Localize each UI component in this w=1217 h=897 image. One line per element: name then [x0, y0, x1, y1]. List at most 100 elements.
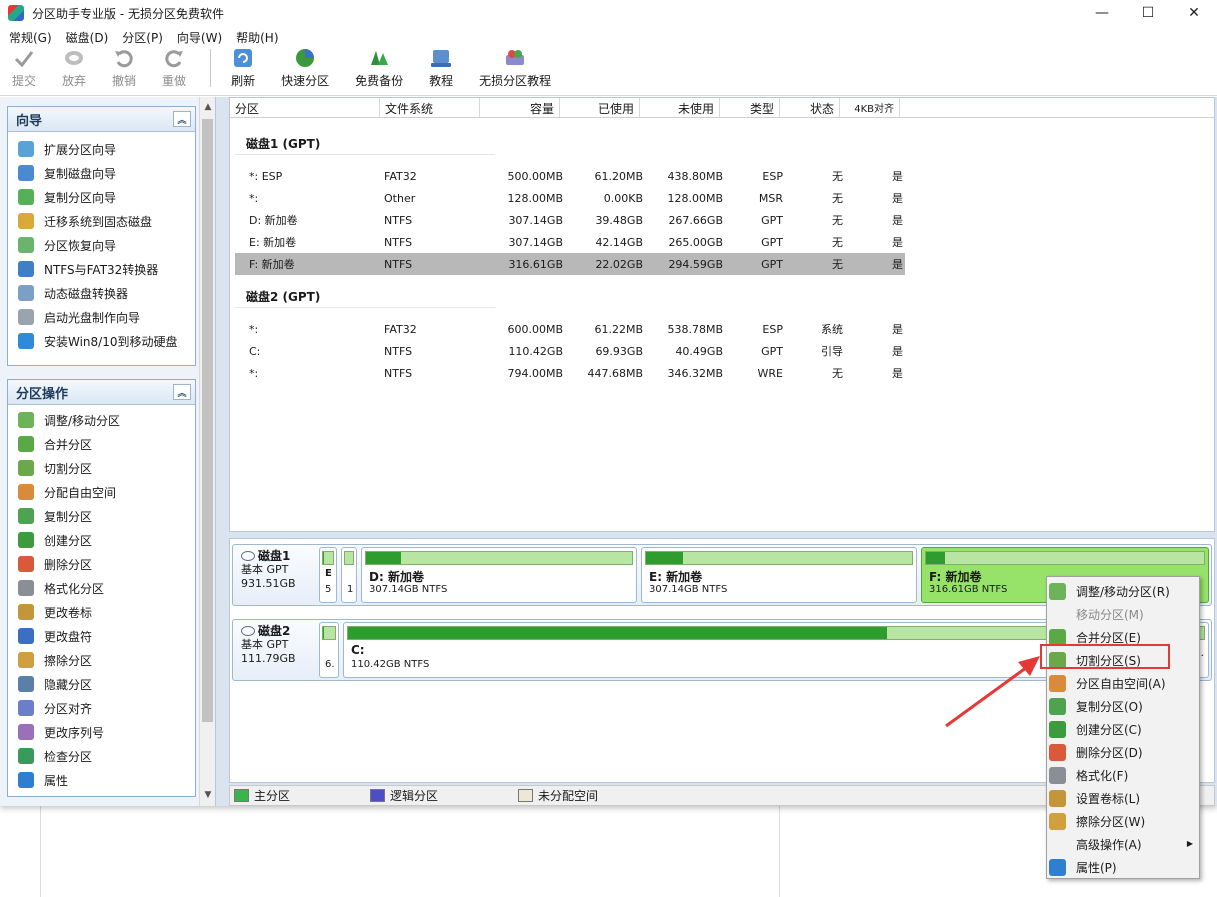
table-row[interactable]: F: 新加卷 NTFS 316.61GB 22.02GB 294.59GB GPT 无 是 — [235, 253, 905, 275]
menu-disk[interactable]: 磁盘(D) — [61, 29, 114, 46]
table-row[interactable]: E: 新加卷 NTFS 307.14GB 42.14GB 265.00GB GPT 无 是 — [235, 231, 905, 253]
ctx-create[interactable]: 创建分区(C) — [1047, 718, 1199, 741]
partition-block-e[interactable]: E: 新加卷 307.14GB NTFS — [641, 547, 917, 603]
ctx-advanced[interactable]: 高级操作(A) ▶ — [1047, 833, 1199, 856]
ctx-allocate-space[interactable]: 分区自由空间(A) — [1047, 672, 1199, 695]
sidebar-item-resize-move[interactable]: 调整/移动分区 — [8, 408, 195, 432]
discard-button[interactable]: 放弃 — [56, 47, 92, 89]
table-row[interactable]: *: Other 128.00MB 0.00KB 128.00MB MSR 无 是 — [235, 187, 905, 209]
quick-partition-button[interactable]: 快速分区 — [275, 47, 335, 89]
free-backup-button[interactable]: 免费备份 — [349, 47, 409, 89]
free-backup-label: 免费备份 — [355, 74, 404, 88]
sidebar-item-label: 复制分区 — [44, 509, 93, 524]
sidebar-item-label: 动态磁盘转换器 — [44, 286, 129, 301]
ctx-properties[interactable]: 属性(P) — [1047, 856, 1199, 879]
disk-group-header: 磁盘2 (GPT) — [230, 285, 1214, 307]
ctx-label: 创建分区(C) — [1076, 723, 1142, 737]
legend-unallocated: 未分配空间 — [518, 787, 598, 804]
lossless-tutorial-button[interactable]: 无损分区教程 — [473, 47, 557, 89]
sidebar-item-copy-partition-wizard[interactable]: 复制分区向导 — [8, 185, 195, 209]
cell-align: 是 — [892, 192, 903, 205]
ctx-wipe[interactable]: 擦除分区(W) — [1047, 810, 1199, 833]
sidebar-item-copy-partition[interactable]: 复制分区 — [8, 504, 195, 528]
table-row[interactable]: C: NTFS 110.42GB 69.93GB 40.49GB GPT 引导 是 — [235, 340, 905, 362]
col-partition[interactable]: 分区 — [230, 98, 380, 117]
sidebar-item-properties[interactable]: 属性 — [8, 768, 195, 792]
table-row[interactable]: *: FAT32 600.00MB 61.22MB 538.78MB ESP 系统 是 — [235, 318, 905, 340]
col-free[interactable]: 未使用 — [640, 98, 720, 117]
sidebar-item-migrate-ssd[interactable]: 迁移系统到固态磁盘 — [8, 209, 195, 233]
sidebar-item-win-to-go[interactable]: 安装Win8/10到移动硬盘 — [8, 329, 195, 353]
partition-block-d[interactable]: D: 新加卷 307.14GB NTFS — [361, 547, 637, 603]
sidebar-item-dynamic-disk[interactable]: 动态磁盘转换器 — [8, 281, 195, 305]
sidebar-item-check[interactable]: 检查分区 — [8, 744, 195, 768]
partition-block-esp2[interactable]: 6. — [319, 622, 339, 678]
resize-icon — [1049, 583, 1066, 600]
undo-button[interactable]: 撤销 — [106, 47, 142, 89]
redo-button[interactable]: 重做 — [156, 47, 192, 89]
submit-button[interactable]: 提交 — [6, 47, 42, 89]
minimize-button[interactable]: — — [1079, 0, 1125, 26]
tutorial-label: 教程 — [429, 74, 454, 88]
sidebar-item-split[interactable]: 切割分区 — [8, 456, 195, 480]
ctx-resize-move[interactable]: 调整/移动分区(R) — [1047, 580, 1199, 603]
col-state[interactable]: 状态 — [780, 98, 840, 117]
table-row[interactable]: D: 新加卷 NTFS 307.14GB 39.48GB 267.66GB GPT 无 是 — [235, 209, 905, 231]
scroll-thumb[interactable] — [202, 119, 213, 722]
cell-free: 265.00GB — [668, 235, 723, 249]
collapse-icon[interactable]: ︽ — [173, 111, 191, 127]
sidebar-item-change-label[interactable]: 更改卷标 — [8, 600, 195, 624]
col-4k-align[interactable]: 4KB对齐 — [840, 98, 900, 117]
background-area — [0, 806, 1217, 897]
partition-block-esp[interactable]: E 5 — [319, 547, 337, 603]
cell-align: 是 — [892, 345, 903, 358]
sidebar-item-create[interactable]: 创建分区 — [8, 528, 195, 552]
sidebar-item-wipe[interactable]: 擦除分区 — [8, 648, 195, 672]
cell-state: 无 — [832, 236, 843, 249]
sidebar-item-delete[interactable]: 删除分区 — [8, 552, 195, 576]
col-type[interactable]: 类型 — [720, 98, 780, 117]
tutorial-button[interactable]: 教程 — [423, 47, 459, 89]
cell-cap: 794.00MB — [507, 366, 563, 380]
sidebar-item-hide[interactable]: 隐藏分区 — [8, 672, 195, 696]
menu-general[interactable]: 常规(G) — [4, 29, 57, 46]
menu-wizard[interactable]: 向导(W) — [172, 29, 227, 46]
sidebar-item-partition-recovery[interactable]: 分区恢复向导 — [8, 233, 195, 257]
menu-help[interactable]: 帮助(H) — [231, 29, 283, 46]
sidebar-item-ntfs-fat32[interactable]: NTFS与FAT32转换器 — [8, 257, 195, 281]
sidebar-item-copy-disk-wizard[interactable]: 复制磁盘向导 — [8, 161, 195, 185]
refresh-button[interactable]: 刷新 — [225, 47, 261, 89]
sidebar-item-serial[interactable]: 更改序列号 — [8, 720, 195, 744]
sidebar-item-align[interactable]: 分区对齐 — [8, 696, 195, 720]
scroll-up-icon[interactable]: ▲ — [200, 99, 216, 115]
ctx-move[interactable]: 移动分区(M) — [1047, 603, 1199, 626]
ctx-set-label[interactable]: 设置卷标(L) — [1047, 787, 1199, 810]
sidebar-item-merge[interactable]: 合并分区 — [8, 432, 195, 456]
sidebar-item-change-letter[interactable]: 更改盘符 — [8, 624, 195, 648]
maximize-button[interactable]: ☐ — [1125, 0, 1171, 26]
cell-cap: 110.42GB — [508, 344, 563, 358]
check-icon — [18, 748, 34, 764]
ctx-format[interactable]: 格式化(F) — [1047, 764, 1199, 787]
ctx-delete[interactable]: 删除分区(D) — [1047, 741, 1199, 764]
table-row[interactable]: *: NTFS 794.00MB 447.68MB 346.32MB WRE 无 是 — [235, 362, 905, 384]
scroll-down-icon[interactable]: ▼ — [200, 787, 216, 803]
partition-block-msr[interactable]: 1 — [341, 547, 357, 603]
col-capacity[interactable]: 容量 — [480, 98, 560, 117]
sidebar-item-allocate-space[interactable]: 分配自由空间 — [8, 480, 195, 504]
sidebar-item-format[interactable]: 格式化分区 — [8, 576, 195, 600]
table-row[interactable]: *: ESP FAT32 500.00MB 61.20MB 438.80MB ESP 无 是 — [235, 165, 905, 187]
close-button[interactable]: ✕ — [1171, 0, 1217, 26]
sidebar-item-label: 擦除分区 — [44, 653, 93, 668]
collapse-icon[interactable]: ︽ — [173, 384, 191, 400]
sidebar-item-extend-wizard[interactable]: 扩展分区向导 — [8, 137, 195, 161]
partition-ops-title: 分区操作 — [16, 386, 69, 402]
menu-partition[interactable]: 分区(P) — [117, 29, 168, 46]
window-title: 分区助手专业版 - 无损分区免费软件 — [32, 6, 224, 21]
ctx-copy[interactable]: 复制分区(O) — [1047, 695, 1199, 718]
sidebar-scrollbar[interactable]: ▲ ▼ — [199, 97, 215, 806]
col-filesystem[interactable]: 文件系统 — [380, 98, 480, 117]
sidebar-item-bootable-cd[interactable]: 启动光盘制作向导 — [8, 305, 195, 329]
resize-icon — [18, 412, 34, 428]
col-used[interactable]: 已使用 — [560, 98, 640, 117]
